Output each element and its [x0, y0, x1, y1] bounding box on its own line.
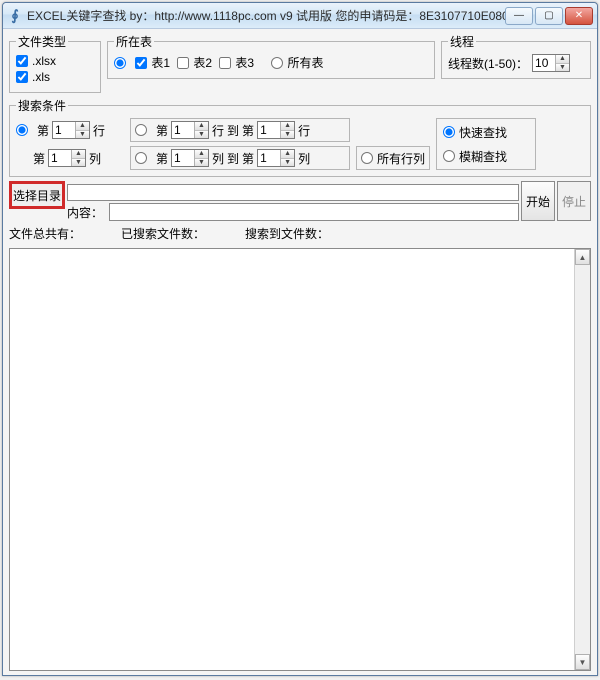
sheet3-checkbox[interactable]: 表3 [219, 54, 254, 71]
search-group: 搜索条件 第 ▲▼ 行 第 ▲▼ [9, 97, 591, 177]
stats-row: 文件总共有： 已搜索文件数： 搜索到文件数： [9, 225, 591, 242]
dir-input[interactable] [67, 184, 519, 201]
threads-spinner[interactable]: ▲ ▼ [532, 54, 570, 72]
sheets-group: 所在表 表1 表2 表3 [107, 33, 435, 79]
sheets-legend: 所在表 [114, 33, 154, 50]
minimize-button[interactable]: — [505, 7, 533, 25]
close-button[interactable]: ✕ [565, 7, 593, 25]
col-range-radio[interactable] [135, 152, 149, 164]
all-rowcol-cell: 所有行列 [356, 146, 430, 170]
fuzzy-search-radio[interactable]: 模糊查找 [443, 148, 525, 165]
col-to-spinner[interactable]: ▲▼ [257, 149, 295, 167]
xlsx-check-input[interactable] [16, 55, 28, 67]
scroll-down-icon[interactable]: ▼ [575, 654, 590, 670]
app-window: ∮ EXCEL关键字查找 by：http://www.1118pc.com v9… [2, 2, 598, 676]
threads-legend: 线程 [448, 33, 476, 50]
window-buttons: — ▢ ✕ [505, 7, 593, 25]
spin-up-icon[interactable]: ▲ [556, 55, 569, 63]
sheet2-checkbox[interactable]: 表2 [177, 54, 212, 71]
threads-group: 线程 线程数(1-50)： ▲ ▼ [441, 33, 591, 79]
titlebar[interactable]: ∮ EXCEL关键字查找 by：http://www.1118pc.com v9… [3, 3, 597, 29]
all-rowcol-radio[interactable]: 所有行列 [361, 150, 425, 167]
xls-check-input[interactable] [16, 71, 28, 83]
select-dir-button[interactable]: 选择目录 [9, 181, 65, 209]
col-single-spinner[interactable]: ▲▼ [48, 149, 86, 167]
results-area[interactable]: ▲ ▼ [9, 248, 591, 671]
row-single-cell: 第 ▲▼ 行 [16, 121, 124, 139]
filetype-legend: 文件类型 [16, 33, 68, 50]
xlsx-checkbox[interactable]: .xlsx [16, 54, 56, 68]
content-input[interactable] [109, 203, 519, 221]
stat-found: 搜索到文件数： [245, 225, 329, 242]
col-from-spinner[interactable]: ▲▼ [171, 149, 209, 167]
row-range-cell: 第 ▲▼ 行 到 第 ▲▼ 行 [130, 118, 350, 142]
sheets-specific-radio[interactable] [114, 57, 128, 69]
spin-up-icon[interactable]: ▲ [76, 122, 89, 130]
client-area: 文件类型 .xlsx .xls 所在表 表1 [3, 29, 597, 675]
row-single-spinner[interactable]: ▲▼ [52, 121, 90, 139]
stat-searched: 已搜索文件数： [121, 225, 205, 242]
col-range-cell: 第 ▲▼ 列 到 第 ▲▼ 列 [130, 146, 350, 170]
row-range-radio[interactable] [135, 124, 149, 136]
start-button[interactable]: 开始 [521, 181, 555, 221]
results-scrollbar[interactable]: ▲ ▼ [574, 249, 590, 670]
search-mode-box: 快速查找 模糊查找 [436, 118, 536, 170]
threads-input[interactable] [533, 55, 555, 71]
sheets-all-radio[interactable]: 所有表 [271, 54, 323, 71]
scroll-up-icon[interactable]: ▲ [575, 249, 590, 265]
row-single-radio[interactable] [16, 124, 30, 136]
maximize-button[interactable]: ▢ [535, 7, 563, 25]
spin-down-icon[interactable]: ▼ [76, 130, 89, 139]
xls-checkbox[interactable]: .xls [16, 70, 50, 84]
content-label: 内容： [67, 204, 107, 221]
col-single-cell: 第 ▲▼ 列 [16, 149, 124, 167]
app-icon: ∮ [7, 8, 23, 24]
window-title: EXCEL关键字查找 by：http://www.1118pc.com v9 试… [27, 7, 505, 24]
stop-button[interactable]: 停止 [557, 181, 591, 221]
row-from-spinner[interactable]: ▲▼ [171, 121, 209, 139]
sheet1-checkbox[interactable]: 表1 [135, 54, 170, 71]
filetype-group: 文件类型 .xlsx .xls [9, 33, 101, 93]
stat-total: 文件总共有： [9, 225, 81, 242]
fast-search-radio[interactable]: 快速查找 [443, 124, 525, 141]
row-to-spinner[interactable]: ▲▼ [257, 121, 295, 139]
search-legend: 搜索条件 [16, 97, 68, 114]
threads-label: 线程数(1-50)： [448, 55, 528, 72]
spin-down-icon[interactable]: ▼ [556, 63, 569, 72]
